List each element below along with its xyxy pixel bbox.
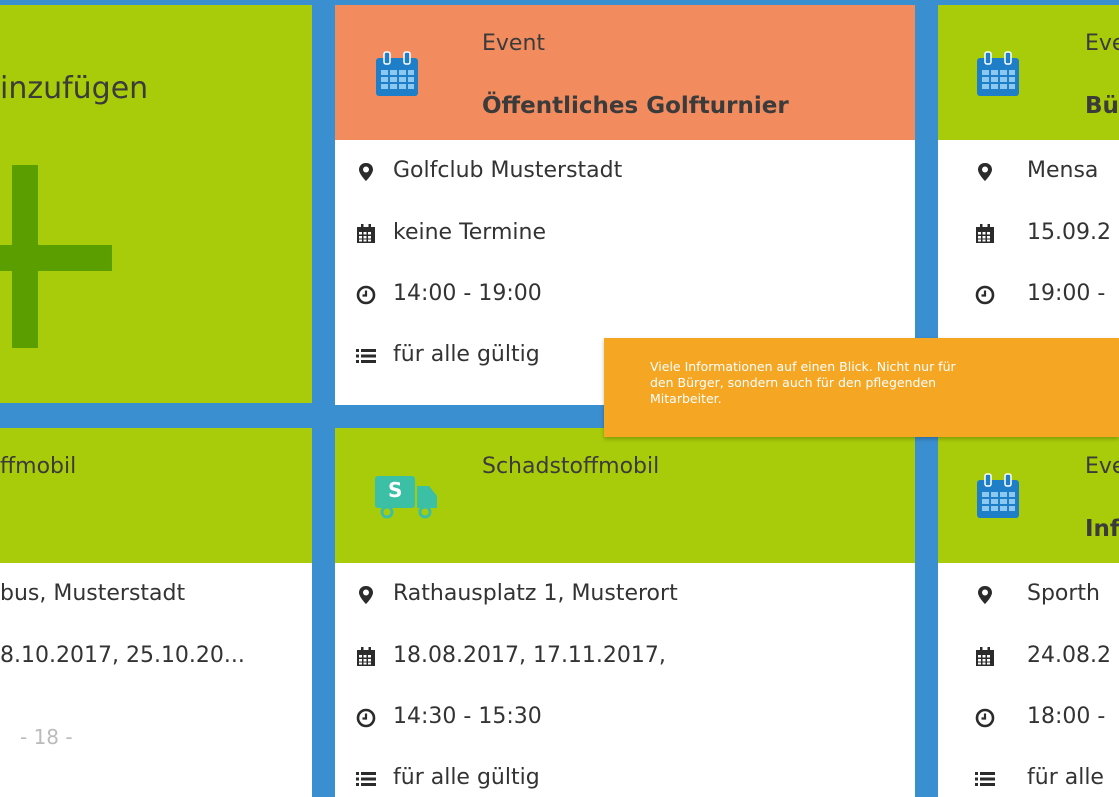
location-row: Sporth (938, 575, 1119, 615)
card-type: Event (482, 31, 546, 56)
dates-text: keine Termine (393, 220, 546, 245)
clock-icon (974, 284, 996, 306)
card-title: Öffentliches Golfturnier (482, 93, 789, 119)
location-text: Sporth (1027, 581, 1101, 606)
card-type: Schadstoffmobil (482, 454, 660, 479)
location-text: Golfclub Musterstadt (393, 158, 623, 183)
list-icon (355, 768, 377, 790)
dates-text: 8.10.2017, 25.10.20... (0, 643, 245, 668)
card-type: Eve (1085, 454, 1119, 479)
map-marker-icon (974, 584, 996, 606)
validity-text: für alle (1027, 765, 1104, 790)
dates-text: 24.08.2 (1027, 643, 1111, 668)
card-title: Bü (1085, 93, 1119, 119)
map-marker-icon (355, 161, 377, 183)
list-icon (355, 345, 377, 367)
time-text: 14:00 - 19:00 (393, 281, 542, 306)
map-marker-icon (974, 161, 996, 183)
card-type: ffmobil (0, 454, 77, 479)
calendar-small-icon (974, 223, 996, 245)
map-marker-icon (355, 584, 377, 606)
location-text: Mensa (1027, 158, 1099, 183)
page-number: - 18 - (20, 725, 73, 749)
info-callout-text: Viele Informationen auf einen Blick. Nic… (650, 359, 956, 406)
location-row: Golfclub Musterstadt (335, 152, 915, 192)
card-body: bus, Musterstadt 8.10.2017, 25.10.20... (0, 563, 312, 797)
time-text: 14:30 - 15:30 (393, 704, 542, 729)
time-text: 18:00 - (1027, 704, 1106, 729)
dates-row: 15.09.2 (938, 214, 1119, 254)
location-text: Rathausplatz 1, Musterort (393, 581, 678, 606)
add-card[interactable]: inzufügen (0, 5, 312, 403)
clock-icon (974, 707, 996, 729)
time-row: 14:00 - 19:00 (335, 275, 915, 315)
calendar-icon (974, 472, 1022, 522)
clock-icon (355, 284, 377, 306)
calendar-small-icon (355, 223, 377, 245)
validity-row: für alle (938, 759, 1119, 797)
location-row: bus, Musterstadt (0, 575, 312, 615)
dates-row: 18.08.2017, 17.11.2017, (335, 637, 915, 677)
card-header: Event Öffentliches Golfturnier (335, 5, 915, 140)
validity-text: für alle gültig (393, 765, 540, 790)
validity-row: für alle gültig (335, 759, 915, 797)
card-type: Eve (1085, 31, 1119, 56)
validity-text: für alle gültig (393, 342, 540, 367)
card-header: S Schadstoffmobil (335, 428, 915, 563)
dates-text: 18.08.2017, 17.11.2017, (393, 643, 666, 668)
dates-row: 8.10.2017, 25.10.20... (0, 637, 312, 677)
card-header: Eve Inf (938, 428, 1119, 563)
location-row: Mensa (938, 152, 1119, 192)
plus-icon (0, 165, 112, 348)
info-callout: Viele Informationen auf einen Blick. Nic… (604, 338, 1119, 437)
truck-icon (375, 476, 437, 519)
event-card-right-bottom[interactable]: Eve Inf Sporth 24.08.2 18:00 - für alle (938, 428, 1119, 797)
time-text: 19:00 - (1027, 281, 1106, 306)
calendar-icon (974, 50, 1022, 100)
add-card-label: inzufügen (0, 71, 149, 106)
event-card-schadstoffmobil[interactable]: S Schadstoffmobil Rathausplatz 1, Muster… (335, 428, 915, 797)
clock-icon (355, 707, 377, 729)
card-header: ffmobil (0, 428, 312, 563)
list-icon (974, 768, 996, 790)
time-row: 18:00 - (938, 698, 1119, 738)
calendar-small-icon (355, 646, 377, 668)
location-row: Rathausplatz 1, Musterort (335, 575, 915, 615)
card-header: Eve Bü (938, 5, 1119, 140)
dates-row: 24.08.2 (938, 637, 1119, 677)
location-text: bus, Musterstadt (0, 581, 186, 606)
calendar-icon (373, 50, 421, 100)
truck-letter: S (388, 478, 403, 502)
time-row: 19:00 - (938, 275, 1119, 315)
time-row: 14:30 - 15:30 (335, 698, 915, 738)
card-body: Rathausplatz 1, Musterort 18.08.2017, 17… (335, 563, 915, 797)
dates-row: keine Termine (335, 214, 915, 254)
card-title: Inf (1085, 516, 1119, 542)
card-body: Sporth 24.08.2 18:00 - für alle (938, 563, 1119, 797)
calendar-small-icon (974, 646, 996, 668)
dates-text: 15.09.2 (1027, 220, 1111, 245)
